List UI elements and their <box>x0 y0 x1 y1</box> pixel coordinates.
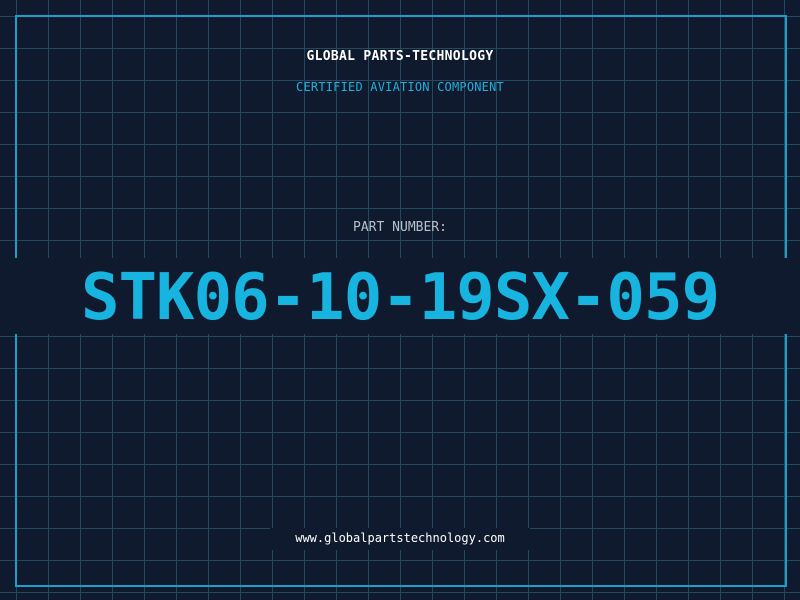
company-name: GLOBAL PARTS-TECHNOLOGY <box>306 49 494 64</box>
certification-subtitle: CERTIFIED AVIATION COMPONENT <box>296 80 504 94</box>
part-number-value: STK06-10-19SX-059 <box>80 261 720 335</box>
part-number-label: PART NUMBER: <box>353 220 447 235</box>
website-url: www.globalpartstechnology.com <box>295 531 505 545</box>
